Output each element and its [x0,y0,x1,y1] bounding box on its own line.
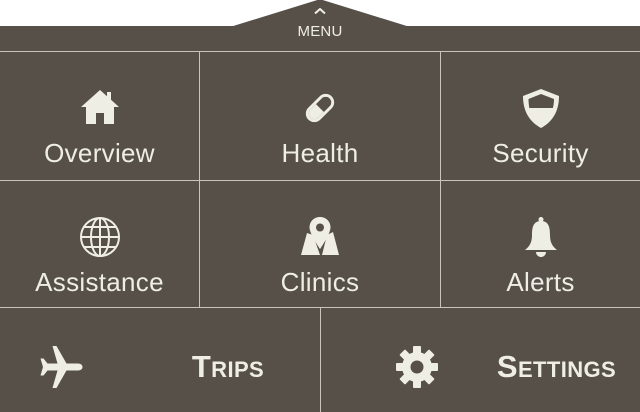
tile-assistance[interactable]: Assistance [0,180,200,307]
tile-clinics[interactable]: Clinics [200,180,441,307]
tile-health-label: Health [281,138,359,168]
trips-button[interactable]: Trips [0,307,321,412]
house-icon [78,86,122,130]
pill-icon [298,86,342,130]
menu-label[interactable]: MENU [0,23,640,40]
tile-overview-label: Overview [44,138,155,168]
tile-overview[interactable]: Overview [0,51,200,180]
bell-icon [519,215,563,259]
airplane-icon [36,343,84,391]
menu-grid: Overview Health Security Assistance Clin… [0,51,640,412]
tile-security-label: Security [492,138,589,168]
tile-alerts[interactable]: Alerts [441,180,640,307]
shield-icon [519,86,563,130]
chevron-up-icon[interactable] [314,8,326,14]
tile-alerts-label: Alerts [506,267,575,297]
tile-assistance-label: Assistance [35,267,164,297]
globe-icon [78,215,122,259]
gear-icon [393,343,441,391]
tile-security[interactable]: Security [441,51,640,180]
tile-health[interactable]: Health [200,51,441,180]
trips-label: Trips [191,349,265,384]
tile-clinics-label: Clinics [280,267,360,297]
settings-button[interactable]: Settings [321,307,640,412]
settings-label: Settings [496,349,617,384]
map-pin-icon [298,215,342,259]
